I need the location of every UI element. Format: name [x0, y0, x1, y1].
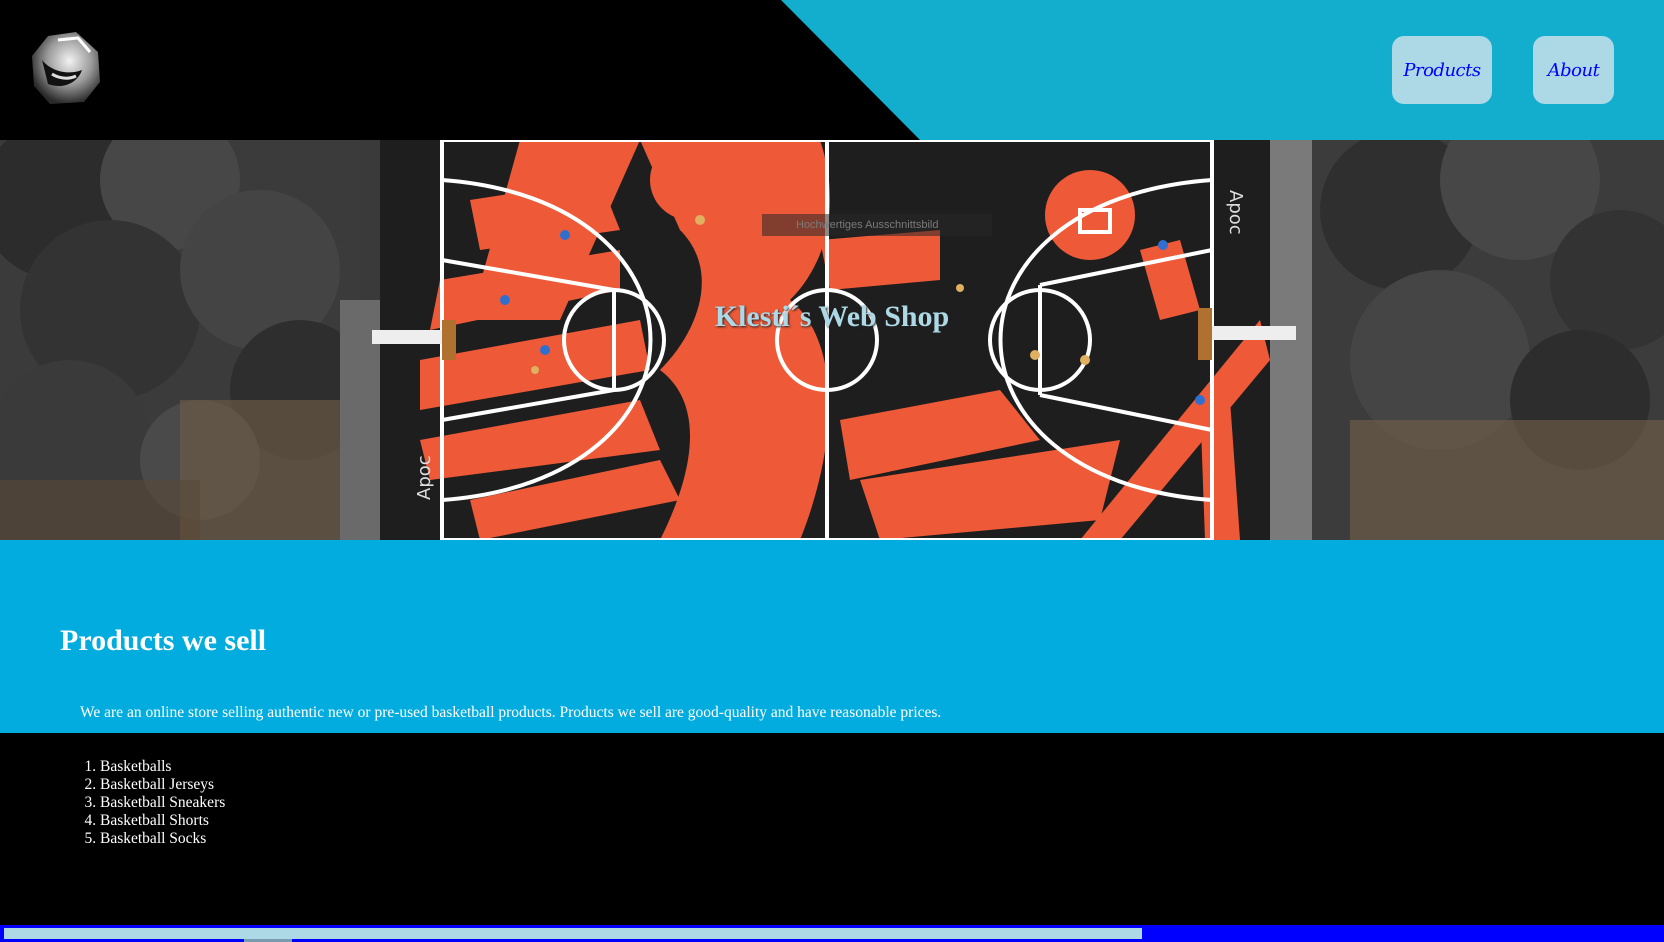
- image-alt-text: Hochwertiges Ausschnittsbild: [762, 214, 992, 236]
- list-item: Basketball Sneakers: [100, 794, 225, 812]
- hero-banner: Apoc Apoc Hochwertiges Ausschnittsbild K…: [0, 140, 1664, 540]
- site-header: Products About: [0, 0, 1664, 140]
- products-description: We are an online store selling authentic…: [80, 704, 942, 721]
- hero-title: Klesti´s Web Shop: [714, 300, 950, 333]
- svg-text:Apoc: Apoc: [414, 455, 435, 500]
- products-heading: Products we sell: [60, 624, 267, 657]
- list-item: Basketball Socks: [100, 830, 225, 848]
- nav-products-button[interactable]: Products: [1392, 36, 1492, 104]
- page: Products About Apoc Apoc Hochwertiges Au…: [0, 0, 1664, 942]
- list-item: Basketball Shorts: [100, 812, 225, 830]
- basketball-court-image: Apoc Apoc: [0, 140, 1664, 540]
- svg-text:Apoc: Apoc: [1225, 190, 1246, 235]
- horizontal-scrollbar[interactable]: [0, 925, 1664, 942]
- product-list: Basketballs Basketball Jerseys Basketbal…: [80, 758, 225, 848]
- list-item: Basketball Jerseys: [100, 776, 225, 794]
- products-section: Products we sell We are an online store …: [0, 540, 1664, 733]
- scrollbar-thumb[interactable]: [4, 928, 1142, 939]
- site-logo[interactable]: [28, 30, 104, 106]
- sneaker-logo-icon: [32, 32, 100, 104]
- list-item: Basketballs: [100, 758, 225, 776]
- nav-about-button[interactable]: About: [1533, 36, 1614, 104]
